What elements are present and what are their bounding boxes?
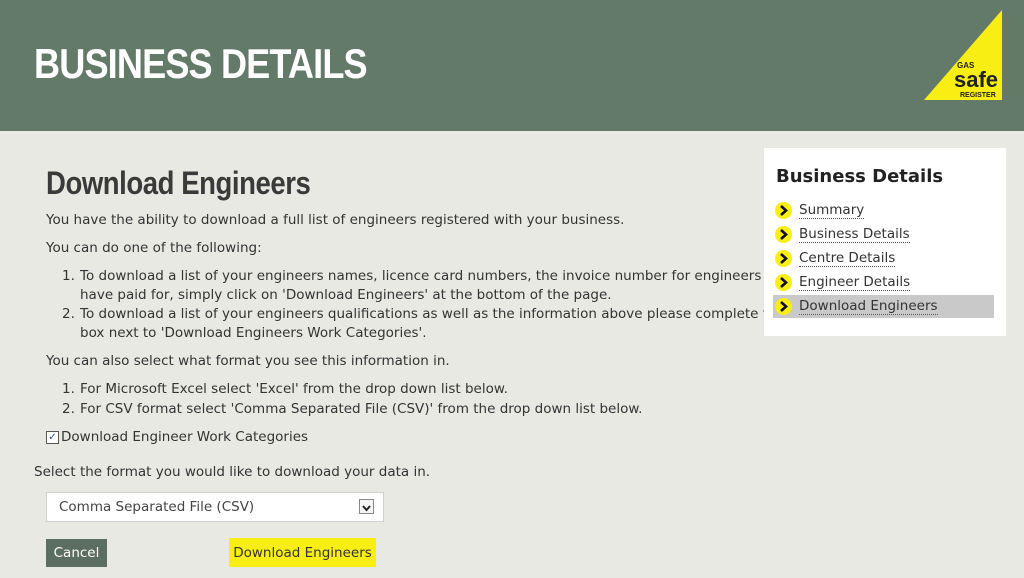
sidebar-item-label[interactable]: Download Engineers	[799, 298, 938, 315]
sidebar-item-engineer-details[interactable]: Engineer Details	[773, 271, 994, 294]
format-select-value: Comma Separated File (CSV)	[59, 499, 255, 515]
header-title: BUSINESS DETAILS	[34, 40, 368, 87]
gas-safe-logo: GAS safe REGISTER	[924, 10, 1002, 100]
main-content: Download Engineers You have the ability …	[0, 131, 1024, 578]
chevron-right-icon	[775, 250, 792, 267]
sidebar-item-label[interactable]: Engineer Details	[799, 274, 911, 291]
work-categories-label[interactable]: Download Engineer Work Categories	[61, 428, 308, 447]
sidebar-item-business-details[interactable]: Business Details	[773, 223, 994, 246]
intro-text: You have the ability to download a full …	[46, 212, 625, 228]
format-2-text: For CSV format select 'Comma Separated F…	[80, 401, 643, 417]
sidebar-item-label[interactable]: Centre Details	[799, 250, 896, 267]
logo-bottom-text: REGISTER	[960, 92, 996, 99]
sidebar-item-download-engineers[interactable]: Download Engineers	[773, 295, 994, 318]
option-2-line-2: box next to 'Download Engineers Work Cat…	[80, 325, 427, 341]
option-1-number: 1.	[62, 268, 75, 284]
format-select[interactable]: Comma Separated File (CSV)	[46, 492, 384, 522]
cancel-button[interactable]: Cancel	[46, 539, 107, 567]
sidebar-item-summary[interactable]: Summary	[773, 199, 994, 222]
download-engineers-button[interactable]: Download Engineers	[229, 538, 376, 567]
sidebar-title: Business Details	[776, 166, 944, 187]
sidebar-item-label[interactable]: Summary	[799, 202, 865, 219]
work-categories-checkbox[interactable]: ✓	[46, 431, 59, 444]
option-1-line-2: have paid for, simply click on 'Download…	[80, 287, 612, 303]
option-2-number: 2.	[62, 306, 75, 322]
select-prompt-text: Select the format you would like to down…	[34, 464, 431, 480]
sidebar-item-label[interactable]: Business Details	[799, 226, 910, 243]
format-2-number: 2.	[62, 401, 75, 417]
options-intro-text: You can do one of the following:	[46, 240, 262, 256]
chevron-right-icon	[775, 226, 792, 243]
chevron-down-icon[interactable]	[359, 499, 374, 514]
format-1-number: 1.	[62, 381, 75, 397]
sidebar-item-centre-details[interactable]: Centre Details	[773, 247, 994, 270]
page-title: Download Engineers	[46, 165, 311, 201]
chevron-right-icon	[775, 274, 792, 291]
chevron-right-icon	[775, 202, 792, 219]
sidebar: Business Details Summary Business Detail…	[764, 148, 1006, 336]
option-2-line-1: To download a list of your engineers qua…	[80, 306, 814, 322]
format-intro-text: You can also select what format you see …	[46, 353, 450, 369]
option-1-line-1: To download a list of your engineers nam…	[80, 268, 791, 284]
page-header: BUSINESS DETAILS GAS safe REGISTER	[0, 0, 1024, 131]
logo-main-text: safe	[954, 67, 998, 92]
format-1-text: For Microsoft Excel select 'Excel' from …	[80, 381, 508, 397]
chevron-right-icon	[775, 298, 792, 315]
